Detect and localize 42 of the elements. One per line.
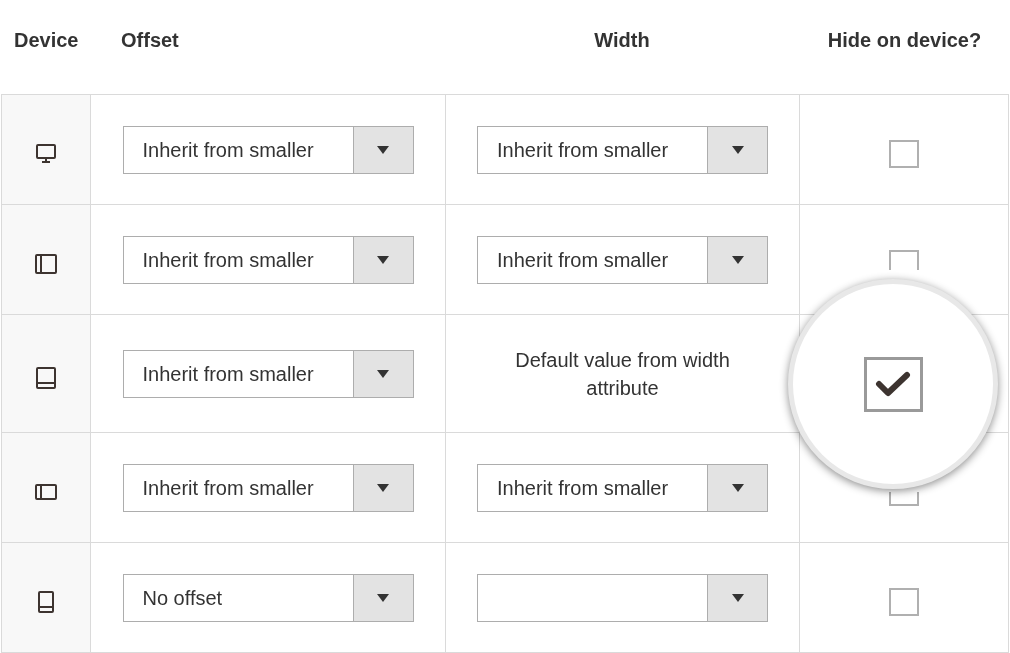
checkbox[interactable] <box>889 587 919 616</box>
dropdown-value: Inherit from smaller <box>497 475 669 501</box>
caret-icon <box>731 593 744 602</box>
column-header: Width <box>594 28 650 53</box>
dropdown[interactable]: Inherit from smaller <box>477 463 768 512</box>
column-header: Offset <box>121 28 179 53</box>
checkmark-icon <box>875 371 911 397</box>
dropdown-value: Inherit from smaller <box>497 247 669 273</box>
checkbox[interactable] <box>889 139 919 168</box>
phone-icon <box>34 482 58 501</box>
checkbox[interactable] <box>889 491 919 506</box>
caret-icon <box>377 255 389 264</box>
dropdown[interactable]: No offset <box>122 573 414 622</box>
dropdown[interactable]: Inherit from smaller <box>122 235 414 284</box>
dropdown-value: Inherit from smaller <box>497 137 669 163</box>
dropdown[interactable]: Inherit from smaller <box>122 463 414 512</box>
checkbox[interactable] <box>863 356 923 412</box>
phone-icon <box>37 589 55 614</box>
caret-icon <box>377 483 389 492</box>
dropdown-value: No offset <box>142 585 223 611</box>
tablet-icon <box>34 252 58 275</box>
caret-icon <box>377 145 389 154</box>
dropdown[interactable] <box>477 573 768 622</box>
column-header: Device <box>14 28 79 53</box>
checkbox[interactable] <box>889 249 919 270</box>
dropdown[interactable]: Inherit from smaller <box>477 125 768 174</box>
column-header: Hide on device? <box>827 28 982 53</box>
tablet-icon <box>35 365 57 390</box>
dropdown-value: Inherit from smaller <box>142 475 314 501</box>
dropdown-value: Inherit from smaller <box>142 137 314 163</box>
caret-icon <box>731 255 744 264</box>
dropdown-value: Inherit from smaller <box>142 247 314 273</box>
caret-icon <box>731 483 744 492</box>
dropdown[interactable]: Inherit from smaller <box>122 125 414 174</box>
caret-icon <box>731 145 744 154</box>
caret-icon <box>377 369 389 378</box>
dropdown[interactable]: Inherit from smaller <box>477 235 768 284</box>
width-note: Default value from width attribute <box>514 347 731 401</box>
dropdown-value: Inherit from smaller <box>142 361 314 387</box>
dropdown[interactable]: Inherit from smaller <box>122 349 414 398</box>
caret-icon <box>377 593 389 602</box>
monitor-icon <box>35 142 57 165</box>
